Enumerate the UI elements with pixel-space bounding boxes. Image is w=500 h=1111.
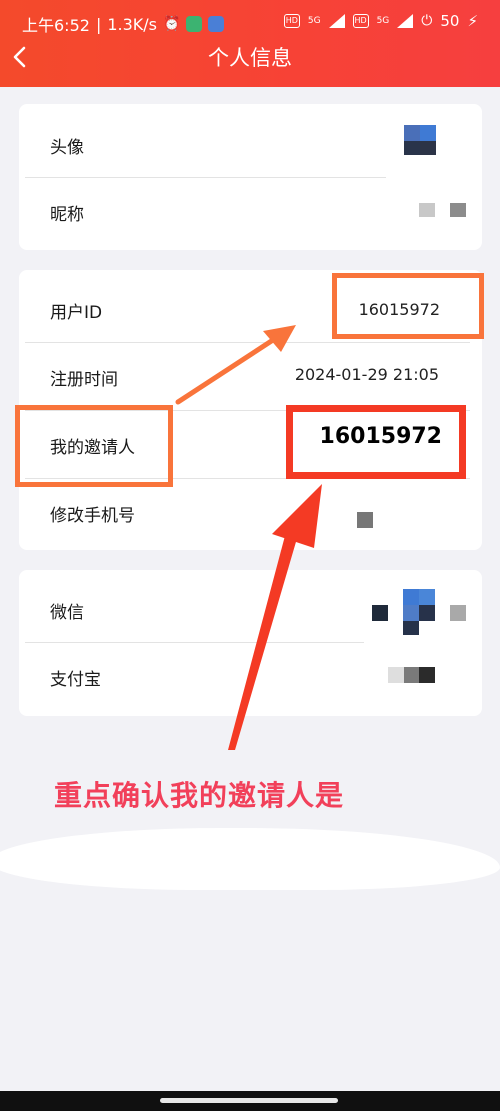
alipay-label: 支付宝 xyxy=(50,670,101,690)
charging-icon: ⚡ xyxy=(467,12,478,30)
app-icon-green xyxy=(186,16,203,32)
network-type-2: 5G xyxy=(376,16,390,26)
userid-label: 用户ID xyxy=(50,303,103,323)
change-phone-row[interactable]: 修改手机号 xyxy=(19,479,482,546)
network-type-1: 5G xyxy=(307,16,321,26)
inviter-value-highlight-box xyxy=(286,405,466,479)
redaction-blob xyxy=(0,828,500,890)
alipay-row[interactable]: 支付宝 xyxy=(19,643,482,710)
register-time-row: 注册时间 2024-01-29 21:05 xyxy=(19,343,482,410)
nav-bar: 个人信息 xyxy=(0,40,500,87)
app-icon-blue xyxy=(208,16,225,32)
home-indicator-bar xyxy=(0,1091,500,1111)
hd-icon: HD xyxy=(283,14,300,28)
home-indicator[interactable] xyxy=(160,1098,338,1103)
binding-card: 微信 支付宝 xyxy=(19,570,482,716)
register-time-label: 注册时间 xyxy=(50,370,118,390)
network-speed: 1.3K/s xyxy=(107,14,157,34)
register-time-value: 2024-01-29 21:05 xyxy=(294,365,439,384)
phone-value xyxy=(357,512,373,528)
page-title: 个人信息 xyxy=(208,46,292,70)
hd-icon-2: HD xyxy=(352,14,369,28)
change-phone-label: 修改手机号 xyxy=(50,506,135,526)
inviter-label-highlight-box xyxy=(15,405,173,487)
nickname-label: 昵称 xyxy=(50,205,84,225)
status-time: 上午6:52 xyxy=(22,16,90,35)
status-bar: 上午6:52 | 1.3K/s ⏰ HD 5G HD 5G ⏻ 50 ⚡ xyxy=(0,0,500,44)
profile-card: 头像 昵称 xyxy=(19,104,482,250)
userid-highlight-box xyxy=(332,273,484,339)
avatar-label: 头像 xyxy=(50,138,84,158)
wechat-row[interactable]: 微信 xyxy=(19,576,482,643)
annotation-text: 重点确认我的邀请人是 xyxy=(54,779,345,812)
power-icon: ⏻ xyxy=(421,13,433,29)
nickname-row[interactable]: 昵称 xyxy=(19,178,482,245)
signal-icon-2 xyxy=(397,14,414,28)
battery-level: 50 xyxy=(440,12,460,30)
wechat-label: 微信 xyxy=(50,603,84,623)
status-separator: | xyxy=(95,14,102,34)
signal-icon xyxy=(328,14,345,28)
header-bar: 上午6:52 | 1.3K/s ⏰ HD 5G HD 5G ⏻ 50 ⚡ 个人信… xyxy=(0,0,500,87)
avatar-row[interactable]: 头像 xyxy=(19,111,482,178)
alarm-icon: ⏰ xyxy=(163,16,181,32)
